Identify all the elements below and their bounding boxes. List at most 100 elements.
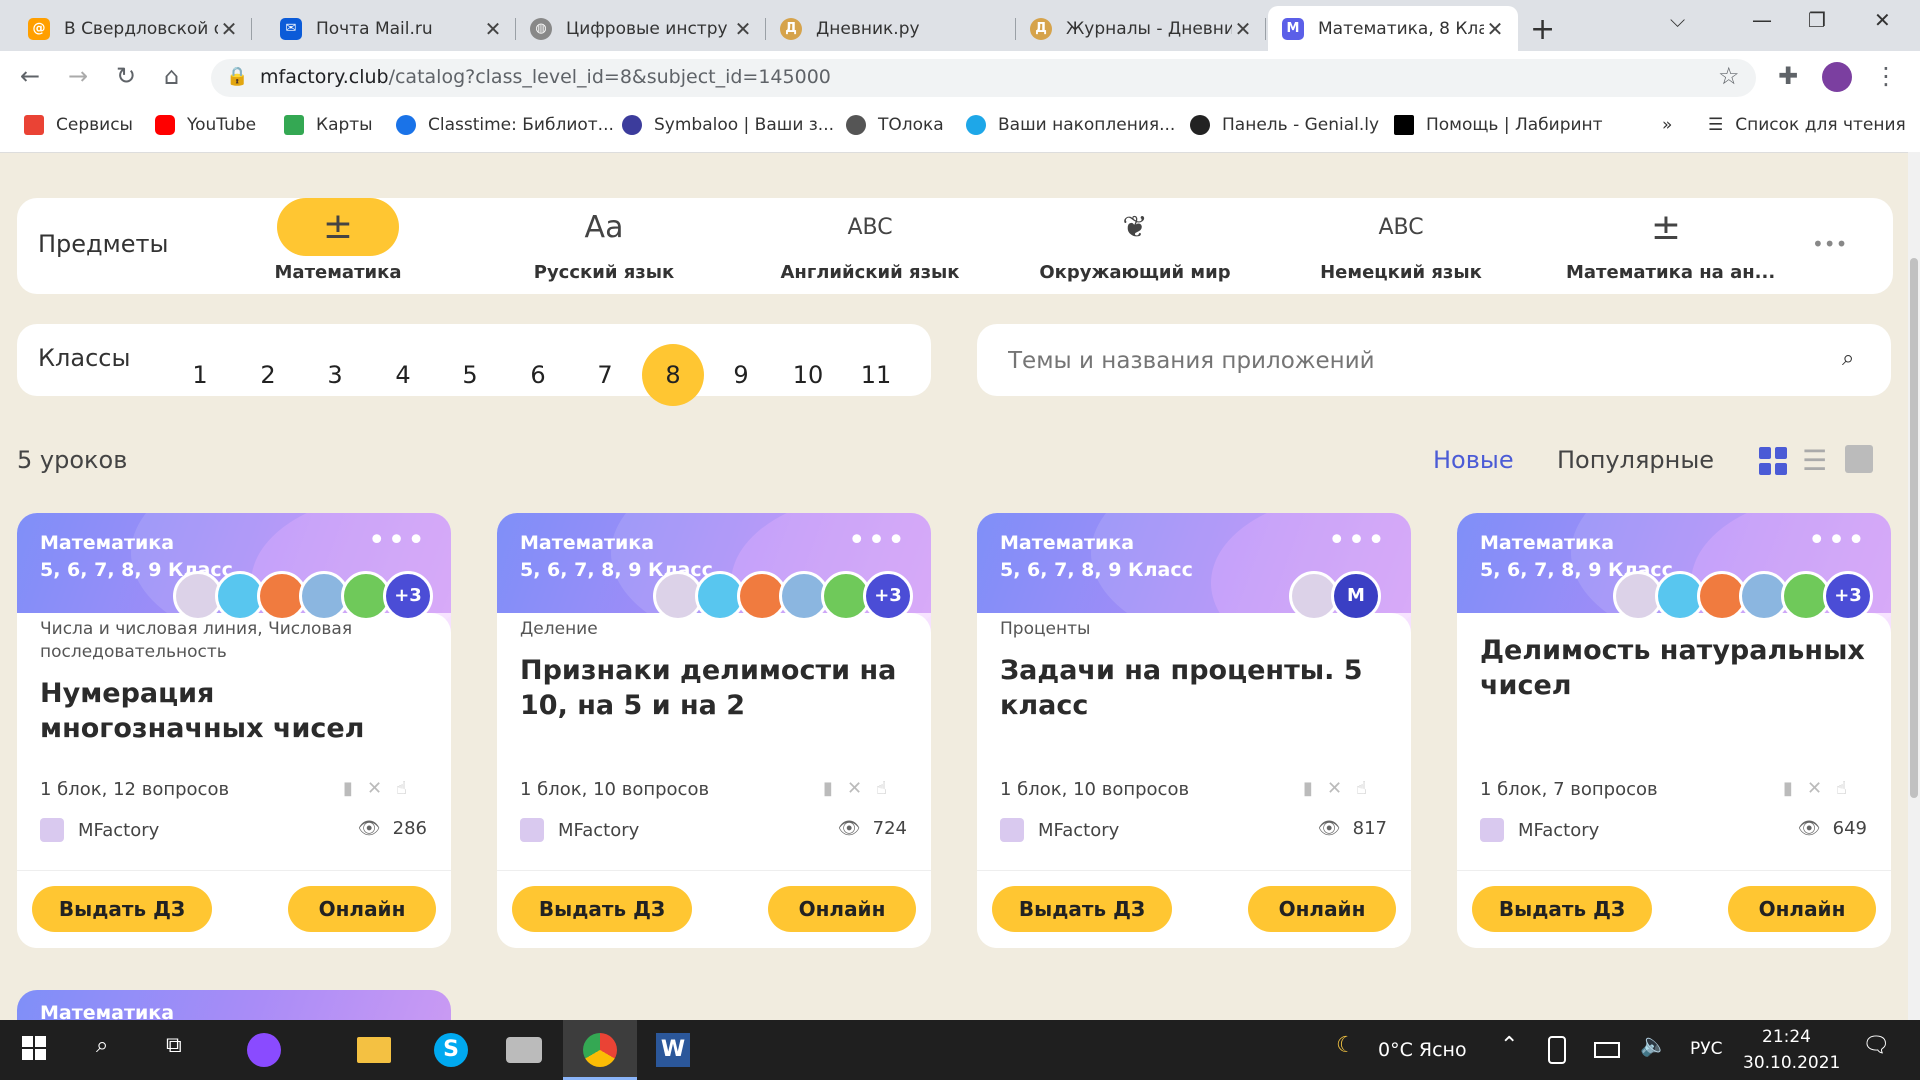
- tab-2[interactable]: ✉ Почта Mail.ru ✕: [266, 6, 516, 51]
- weather-text[interactable]: 0°C Ясно: [1378, 1039, 1467, 1061]
- subject-math-english[interactable]: ± Математика на ан...: [1566, 198, 1775, 284]
- sort-new-link[interactable]: Новые: [1433, 446, 1514, 474]
- new-tab-button[interactable]: +: [1530, 12, 1555, 47]
- assign-homework-button[interactable]: Выдать ДЗ: [1472, 886, 1652, 932]
- search-icon[interactable]: ⌕: [96, 1033, 108, 1058]
- clock-time[interactable]: 21:24: [1762, 1027, 1811, 1047]
- tab-3[interactable]: ◍ Цифровые инстру ✕: [516, 6, 766, 51]
- card-menu-button[interactable]: •••: [848, 523, 907, 558]
- assign-homework-button[interactable]: Выдать ДЗ: [32, 886, 212, 932]
- grid-view-icon[interactable]: [1759, 447, 1787, 475]
- close-icon[interactable]: ✕: [482, 17, 504, 41]
- language-indicator[interactable]: РУС: [1690, 1039, 1722, 1059]
- class-1-button[interactable]: 1: [169, 344, 231, 406]
- class-10-button[interactable]: 10: [777, 344, 839, 406]
- card-author[interactable]: MFactory: [40, 818, 159, 842]
- online-button[interactable]: Онлайн: [1728, 886, 1876, 932]
- bookmark-classtime[interactable]: Classtime: Библиот...: [396, 115, 614, 135]
- skype-icon[interactable]: S: [434, 1033, 468, 1067]
- home-icon[interactable]: ⌂: [164, 62, 179, 90]
- lesson-card[interactable]: Математика 5, 6, 7, 8, 9 Класс ••• +3 Де…: [497, 513, 931, 948]
- clock-date[interactable]: 30.10.2021: [1743, 1053, 1840, 1073]
- reload-icon[interactable]: ↻: [116, 62, 136, 90]
- tab-4[interactable]: Д Дневник.ру: [766, 6, 1016, 51]
- close-icon[interactable]: ✕: [732, 17, 754, 41]
- lesson-card[interactable]: Математика 5, 6, 7, 8, 9 Класс ••• M Про…: [977, 513, 1411, 948]
- forward-icon[interactable]: →: [68, 62, 88, 90]
- bookmark-symbaloo[interactable]: Symbaloo | Ваши з...: [622, 115, 834, 135]
- class-5-button[interactable]: 5: [439, 344, 501, 406]
- star-icon[interactable]: ☆: [1718, 62, 1740, 90]
- card-author[interactable]: MFactory: [520, 818, 639, 842]
- sort-popular-link[interactable]: Популярные: [1557, 446, 1714, 474]
- bookmark-toloka[interactable]: ТОлока: [846, 115, 944, 135]
- class-2-button[interactable]: 2: [237, 344, 299, 406]
- battery-icon[interactable]: [1594, 1042, 1620, 1058]
- bookmark-genially[interactable]: Панель - Genial.ly: [1190, 115, 1379, 135]
- word-icon[interactable]: W: [656, 1033, 690, 1067]
- card-menu-button[interactable]: •••: [1808, 523, 1867, 558]
- subject-russian[interactable]: Aa Русский язык: [504, 198, 704, 284]
- close-icon[interactable]: ✕: [1484, 17, 1506, 41]
- tab-1[interactable]: @ В Свердловской об ✕: [14, 6, 252, 51]
- more-subjects-button[interactable]: •••: [1812, 232, 1847, 256]
- class-9-button[interactable]: 9: [710, 344, 772, 406]
- scrollbar[interactable]: [1908, 152, 1920, 1020]
- subject-german[interactable]: ABC Немецкий язык: [1301, 198, 1501, 284]
- menu-icon[interactable]: ⋮: [1874, 62, 1898, 90]
- book-view-icon[interactable]: [1845, 445, 1873, 473]
- close-window-button[interactable]: ✕: [1874, 8, 1891, 32]
- search-input[interactable]: [1006, 338, 1830, 384]
- avatar[interactable]: [1822, 62, 1852, 92]
- lesson-card[interactable]: Математика 5, 6, 7, 8, 9 Класс ••• +3 Де…: [1457, 513, 1891, 948]
- task-view-icon[interactable]: ⧉: [166, 1033, 182, 1058]
- chrome-taskbar-active[interactable]: [563, 1020, 637, 1080]
- online-button[interactable]: Онлайн: [768, 886, 916, 932]
- online-button[interactable]: Онлайн: [1248, 886, 1396, 932]
- subject-english[interactable]: ABC Английский язык: [770, 198, 970, 284]
- back-icon[interactable]: ←: [20, 62, 40, 90]
- tab-6-active[interactable]: M Математика, 8 Кла ✕: [1268, 6, 1518, 51]
- tab-5[interactable]: Д Журналы - Дневни ✕: [1016, 6, 1266, 51]
- card-menu-button[interactable]: •••: [1328, 523, 1387, 558]
- bookmark-youtube[interactable]: YouTube: [155, 115, 256, 135]
- scrollbar-thumb[interactable]: [1910, 258, 1918, 798]
- card-menu-button[interactable]: •••: [368, 523, 427, 558]
- close-icon[interactable]: ✕: [1232, 17, 1254, 41]
- mic-icon[interactable]: [1548, 1036, 1566, 1064]
- restore-button[interactable]: ❐: [1808, 8, 1826, 32]
- bookmark-labirint[interactable]: Помощь | Лабиринт: [1394, 115, 1603, 135]
- card-title[interactable]: Задачи на проценты. 5 класс: [1000, 653, 1390, 723]
- class-4-button[interactable]: 4: [372, 344, 434, 406]
- bookmarks-overflow-button[interactable]: »: [1662, 115, 1672, 135]
- lesson-card[interactable]: Математика 5, 6, 7, 8, 9 Класс ••• +3 Чи…: [17, 513, 451, 948]
- reading-list-button[interactable]: ☰ Список для чтения: [1708, 115, 1906, 135]
- volume-icon[interactable]: 🔈: [1640, 1033, 1667, 1058]
- card-title[interactable]: Признаки делимости на 10, на 5 и на 2: [520, 653, 910, 723]
- list-view-icon[interactable]: ☰: [1802, 444, 1827, 477]
- alice-icon[interactable]: [247, 1033, 281, 1067]
- bookmark-savings[interactable]: Ваши накопления...: [966, 115, 1175, 135]
- class-11-button[interactable]: 11: [845, 344, 907, 406]
- bookmark-apps[interactable]: Сервисы: [24, 115, 133, 135]
- class-3-button[interactable]: 3: [304, 344, 366, 406]
- close-icon[interactable]: ✕: [218, 17, 240, 41]
- notifications-icon[interactable]: 🗨: [1862, 1033, 1890, 1058]
- subject-math[interactable]: ± Математика: [238, 198, 438, 283]
- file-explorer-icon[interactable]: [357, 1037, 391, 1063]
- minimize-button[interactable]: —: [1752, 8, 1772, 32]
- url-text[interactable]: mfactory.club/catalog?class_level_id=8&s…: [260, 66, 831, 88]
- class-8-button[interactable]: 8: [642, 344, 704, 406]
- card-author[interactable]: MFactory: [1480, 818, 1599, 842]
- tab-search-icon[interactable]: ⌵: [1670, 8, 1685, 32]
- assign-homework-button[interactable]: Выдать ДЗ: [512, 886, 692, 932]
- subject-world[interactable]: ❦ Окружающий мир: [1035, 198, 1235, 284]
- chevron-up-icon[interactable]: ⌃: [1500, 1033, 1518, 1058]
- search-icon[interactable]: ⌕: [1842, 346, 1854, 371]
- class-6-button[interactable]: 6: [507, 344, 569, 406]
- bookmark-maps[interactable]: Карты: [284, 115, 373, 135]
- card-title[interactable]: Делимость натуральных чисел: [1480, 633, 1870, 703]
- windows-start-icon[interactable]: [22, 1036, 46, 1060]
- class-7-button[interactable]: 7: [574, 344, 636, 406]
- camera-icon[interactable]: [506, 1037, 542, 1063]
